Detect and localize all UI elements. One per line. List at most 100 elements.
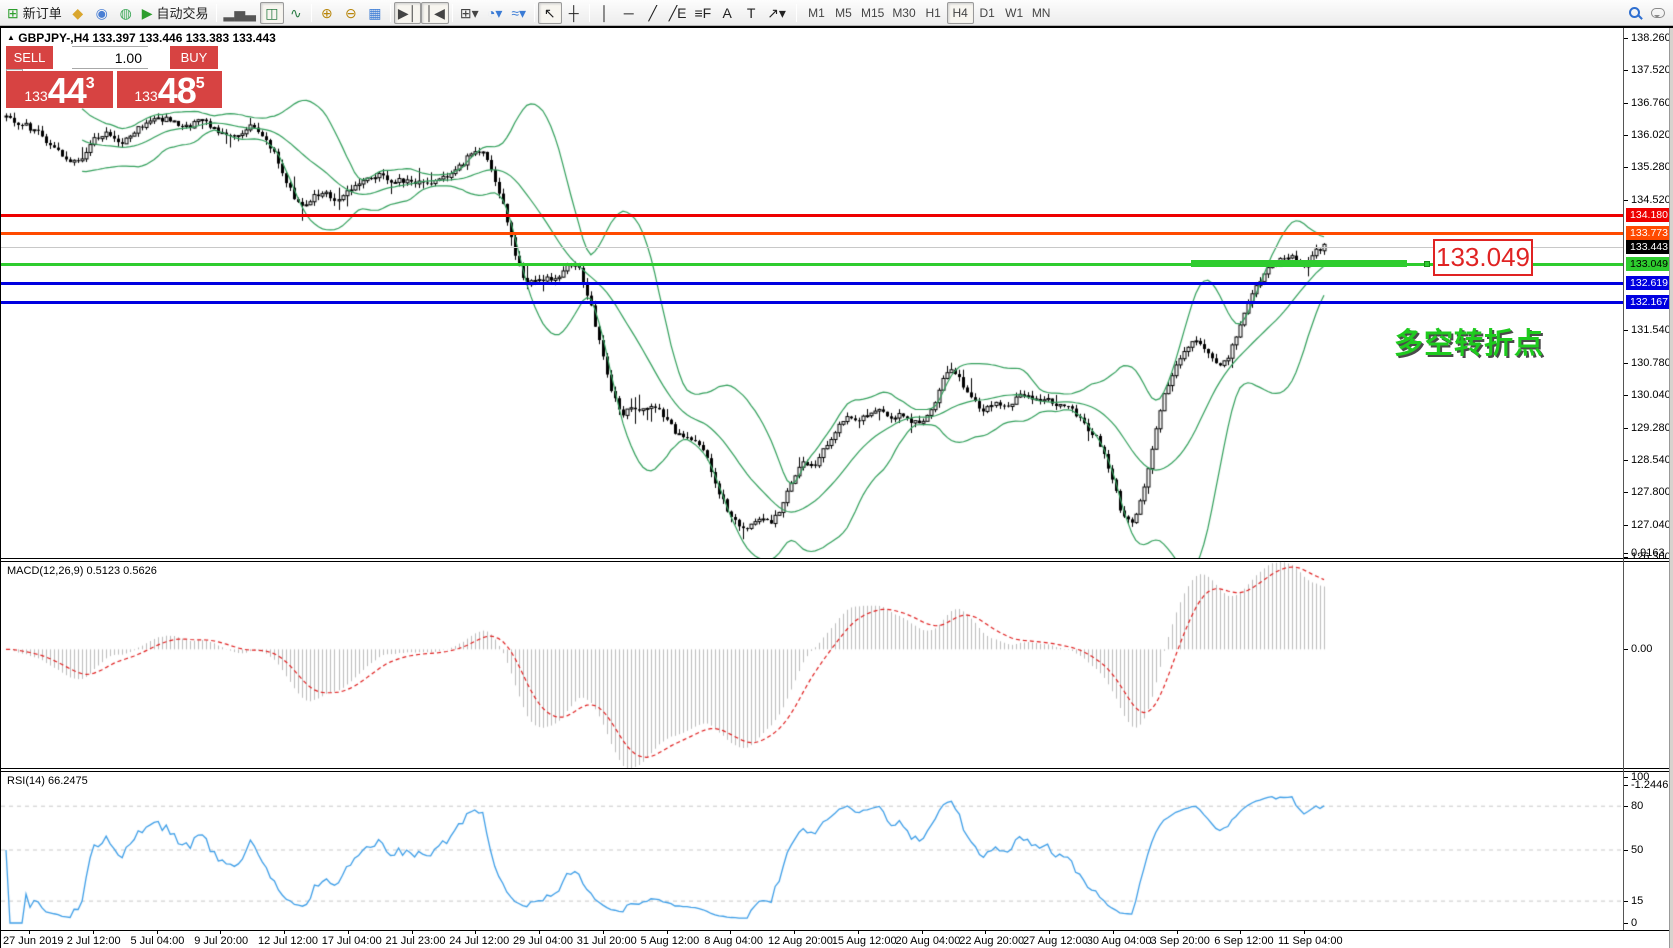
time-axis[interactable]: 27 Jun 20192 Jul 12:005 Jul 04:009 Jul 2… [1,930,1673,948]
chart-annotation-text[interactable]: 多空转折点 [1394,320,1544,362]
autotrading-button-label: 自动交易 [157,3,209,22]
zoom-out-button[interactable]: ⊖ [339,2,363,24]
text-button[interactable]: A [715,2,739,24]
new-chart-button[interactable]: ⊞▾ [456,2,483,24]
current-price-line[interactable] [1,247,1623,248]
cursor-icon: ↖ [544,6,556,20]
chart-ohlc-values: 133.397 133.446 133.383 133.443 [92,31,276,45]
rsi-tick-label: 80 [1631,800,1643,812]
autotrading-button[interactable]: ▶ 自动交易 [138,2,213,24]
timeframe-mn[interactable]: MN [1028,2,1055,24]
price-tick-label: 135.280 [1631,161,1671,173]
resistance-line-2-price-label: 133.773 [1626,226,1672,240]
support-line-1[interactable] [1,282,1623,285]
buy-button[interactable]: BUY [170,46,218,69]
support-line-2[interactable] [1,301,1623,304]
metaeditor-icon: ◆ [72,6,83,20]
mt4-terminal: ⊞新订单 ◆ ◉ ◍ ▶ 自动交易 ▂▅▃ ◫ ∿ ⊕ ⊖ ▦ ▶││◀ ⊞▾◔▾≈▾ ↖ ┼ │ ─╱╱E≡FA… [0,0,1673,948]
indicators-button[interactable]: ≈▾ [507,2,531,24]
bar-chart-button[interactable]: ▂▅▃ [220,2,260,24]
rsi-chart-canvas[interactable] [1,772,1623,930]
price-tick-label: 128.540 [1631,454,1671,466]
line-chart-button[interactable]: ∿ [284,2,308,24]
trendline-button[interactable]: ╱ [641,2,665,24]
price-chart-canvas[interactable] [1,28,1623,558]
chat-icon [1651,8,1665,18]
time-tick [93,931,94,934]
time-tick [348,931,349,934]
fibonacci-button[interactable]: ≡F [690,2,715,24]
chat-button[interactable] [1646,2,1670,24]
text-label-button[interactable]: T [739,2,763,24]
vertical-line-button[interactable]: │ [593,2,617,24]
chart-title: ▲ GBPJPY-,H4 133.397 133.446 133.383 133… [7,31,276,45]
cursor-button[interactable]: ↖ [538,2,562,24]
tile-windows-button[interactable]: ▦ [363,2,387,24]
horizontal-line-button[interactable]: ─ [617,2,641,24]
time-label: 5 Aug 12:00 [641,935,700,947]
timeframe-m15[interactable]: M15 [857,2,888,24]
callout-anchor-marker[interactable] [1424,261,1430,267]
search-button[interactable] [1622,2,1646,24]
timeframe-h4[interactable]: H4 [947,2,974,24]
buy-price-display[interactable]: 133485 [117,71,222,108]
zoom-in-icon: ⊕ [321,6,333,20]
line-chart-icon: ∿ [290,6,302,20]
timeframe-w1[interactable]: W1 [1001,2,1028,24]
price-tick-label: 127.040 [1631,519,1671,531]
timeframe-m5[interactable]: M5 [830,2,857,24]
toolbar: ⊞新订单 ◆ ◉ ◍ ▶ 自动交易 ▂▅▃ ◫ ∿ ⊕ ⊖ ▦ ▶││◀ ⊞▾◔▾≈▾ ↖ ┼ │ ─╱╱E≡FA… [0,0,1673,26]
one-click-trading-panel: SELL ▼ ▲ BUY 133443 133485 [6,46,222,108]
zoom-in-button[interactable]: ⊕ [315,2,339,24]
timeframe-d1[interactable]: D1 [974,2,1001,24]
timeframe-h1[interactable]: H1 [920,2,947,24]
price-tick-label: 137.520 [1631,64,1671,76]
text-label-icon: T [747,6,756,20]
vertical-line-icon: │ [600,6,609,20]
time-label: 15 Aug 12:00 [832,935,897,947]
pivot-line-highlight[interactable] [1191,260,1407,267]
time-label: 3 Sep 20:00 [1151,935,1210,947]
collapse-triangle-icon[interactable]: ▲ [7,33,15,42]
tile-windows-icon: ▦ [368,6,381,20]
support-line-1-price-label: 132.619 [1626,276,1672,290]
resistance-line-1-price-label: 134.180 [1626,208,1672,222]
timeframe-m1[interactable]: M1 [803,2,830,24]
bar-chart-icon: ▂▅▃ [224,6,256,20]
timeframe-m30[interactable]: M30 [888,2,919,24]
sell-button[interactable]: SELL [6,46,53,69]
auto-scroll-button[interactable]: ▶│ [394,2,422,24]
new-order-button[interactable]: ⊞新订单 [3,2,66,24]
market-icon: ◉ [96,6,108,20]
time-label: 31 Jul 20:00 [577,935,637,947]
chart-shift-button[interactable]: │◀ [421,2,449,24]
toolbar-right [1619,0,1673,26]
resistance-line-1[interactable] [1,214,1623,217]
price-tick-label: 136.760 [1631,97,1671,109]
time-tick [412,931,413,934]
crosshair-button[interactable]: ┼ [562,2,586,24]
time-label: 2 Jul 12:00 [67,935,121,947]
time-tick [922,931,923,934]
arrows-button[interactable]: ↗▾ [763,2,790,24]
time-label: 6 Sep 12:00 [1214,935,1273,947]
autotrading-icon: ▶ [142,6,153,20]
time-label: 17 Jul 04:00 [322,935,382,947]
channel-button[interactable]: ╱E [665,2,691,24]
candlestick-button[interactable]: ◫ [260,2,284,24]
window-right-margin [1669,28,1673,948]
metaeditor-button[interactable]: ◆ [66,2,90,24]
time-label: 24 Jul 12:00 [449,935,509,947]
price-tick-label: 138.260 [1631,32,1671,44]
volume-input[interactable] [72,46,148,69]
macd-chart-canvas[interactable] [1,562,1623,768]
price-callout-box[interactable]: 133.049 [1433,239,1533,276]
time-tick [539,931,540,934]
time-label: 5 Jul 04:00 [131,935,185,947]
sell-price-display[interactable]: 133443 [6,71,113,108]
profiles-button[interactable]: ◔▾ [483,2,507,24]
market-button[interactable]: ◉ [90,2,114,24]
resistance-line-2[interactable] [1,232,1623,235]
arrows-icon: ↗▾ [767,6,786,20]
signals-button[interactable]: ◍ [114,2,138,24]
